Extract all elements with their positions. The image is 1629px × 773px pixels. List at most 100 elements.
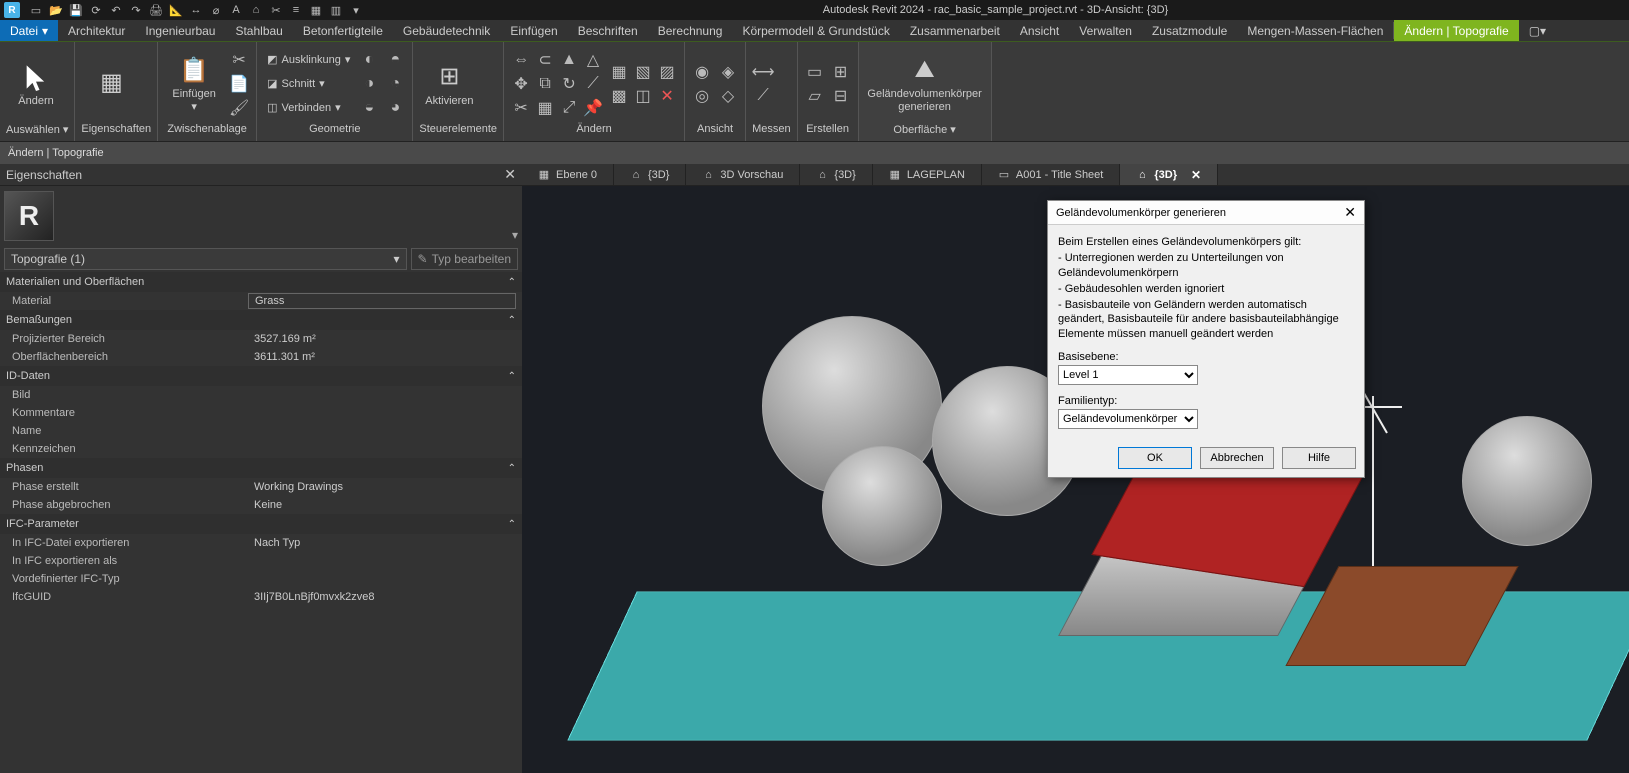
prop-cat-materials[interactable]: Materialien und Oberflächen⌃ [0, 272, 522, 292]
view-tab-3d-active[interactable]: ⌂{3D}✕ [1120, 164, 1218, 185]
qat-thin-icon[interactable]: ≡ [288, 2, 304, 18]
tab-architektur[interactable]: Architektur [58, 20, 135, 41]
qat-undo-icon[interactable]: ↶ [108, 2, 124, 18]
geom-tool-2-icon[interactable]: ◑ [358, 73, 380, 95]
prop-cat-id[interactable]: ID-Daten⌃ [0, 366, 522, 386]
cut-icon[interactable]: ✂ [228, 49, 250, 71]
prop-cat-dim[interactable]: Bemaßungen⌃ [0, 310, 522, 330]
tab-verwalten[interactable]: Verwalten [1069, 20, 1142, 41]
modify-button[interactable]: Ändern [6, 46, 66, 122]
qat-print-icon[interactable]: 🖨 [148, 2, 164, 18]
tab-mengen[interactable]: Mengen-Massen-Flächen [1237, 20, 1393, 41]
type-selector[interactable]: Topografie (1)▾ [4, 248, 407, 270]
prop-ifc-export-value[interactable]: Nach Typ [248, 537, 522, 549]
tab-ingenieurbau[interactable]: Ingenieurbau [135, 20, 225, 41]
qat-dropdown-icon[interactable]: ▾ [348, 2, 364, 18]
mirror-axis-icon[interactable]: ▲ [558, 49, 580, 71]
pin-icon[interactable]: 📌 [582, 97, 604, 119]
type-thumbnail[interactable]: R [4, 191, 54, 241]
qat-open-icon[interactable]: ▭ [28, 2, 44, 18]
view-tab-3d-1[interactable]: ⌂{3D} [614, 164, 686, 185]
view-tab-lageplan[interactable]: ▦LAGEPLAN [873, 164, 982, 185]
geom-tool-3-icon[interactable]: ◒ [358, 97, 380, 119]
tab-betonfertigteile[interactable]: Betonfertigteile [293, 20, 393, 41]
create-tool-4-icon[interactable]: ⊟ [830, 85, 852, 107]
tab-koerpermodell[interactable]: Körpermodell & Grundstück [732, 20, 899, 41]
dialog-close-icon[interactable]: ✕ [1344, 204, 1356, 221]
qat-tag-icon[interactable]: ⌀ [208, 2, 224, 18]
3d-viewport[interactable]: Geländevolumenkörper generieren ✕ Beim E… [522, 186, 1629, 773]
grid-tool-5-icon[interactable]: ◫ [632, 85, 654, 107]
tab-modify-topography[interactable]: Ändern | Topografie [1394, 20, 1518, 41]
rotate-icon[interactable]: ↻ [558, 73, 580, 95]
copy-tool-icon[interactable]: ⧉ [534, 73, 556, 95]
view-tab-3d-2[interactable]: ⌂{3D} [800, 164, 872, 185]
qat-measure-icon[interactable]: 📐 [168, 2, 184, 18]
qat-open-folder-icon[interactable]: 📂 [48, 2, 64, 18]
qat-dim-icon[interactable]: ↔ [188, 2, 204, 18]
view-tool-4-icon[interactable]: ◇ [717, 85, 739, 107]
type-dropdown-icon[interactable]: ▾ [512, 228, 518, 242]
edit-type-button[interactable]: ✎Typ bearbeiten [411, 248, 518, 270]
help-button[interactable]: Hilfe [1282, 447, 1356, 469]
qat-3d-icon[interactable]: ⌂ [248, 2, 264, 18]
view-tab-ebene0[interactable]: ▦Ebene 0 [522, 164, 614, 185]
qat-redo-icon[interactable]: ↷ [128, 2, 144, 18]
delete-icon[interactable]: ✕ [656, 85, 678, 107]
measure-tool-2-icon[interactable]: ⟋ [752, 85, 774, 107]
tab-einfuegen[interactable]: Einfügen [500, 20, 567, 41]
qat-switch-icon[interactable]: ▥ [328, 2, 344, 18]
prop-phase-created-value[interactable]: Working Drawings [248, 481, 522, 493]
prop-cat-ifc[interactable]: IFC-Parameter⌃ [0, 514, 522, 534]
geom-tool-5-icon[interactable]: ◔ [384, 73, 406, 95]
create-tool-3-icon[interactable]: ⊞ [830, 61, 852, 83]
tab-gebaeudetechnik[interactable]: Gebäudetechnik [393, 20, 500, 41]
tab-berechnung[interactable]: Berechnung [648, 20, 733, 41]
qat-section-icon[interactable]: ✂ [268, 2, 284, 18]
view-tool-3-icon[interactable]: ◈ [717, 61, 739, 83]
view-tab-titlesheet[interactable]: ▭A001 - Title Sheet [982, 164, 1120, 185]
tab-zusammenarbeit[interactable]: Zusammenarbeit [900, 20, 1010, 41]
qat-sync-icon[interactable]: ⟳ [88, 2, 104, 18]
family-type-select[interactable]: Geländevolumenkörper 1 [1058, 409, 1198, 429]
prop-material-value[interactable]: Grass [248, 293, 516, 309]
ok-button[interactable]: OK [1118, 447, 1192, 469]
measure-tool-1-icon[interactable]: ⟷ [752, 61, 774, 83]
tab-beschriften[interactable]: Beschriften [568, 20, 648, 41]
basis-level-select[interactable]: Level 1 [1058, 365, 1198, 385]
view-tool-1-icon[interactable]: ◉ [691, 61, 713, 83]
qat-close-icon[interactable]: ▦ [308, 2, 324, 18]
grid-tool-1-icon[interactable]: ▦ [608, 61, 630, 83]
qat-text-icon[interactable]: A [228, 2, 244, 18]
scale-icon[interactable]: ⤢ [558, 97, 580, 119]
geom-tool-1-icon[interactable]: ◐ [358, 49, 380, 71]
match-icon[interactable]: 🖌 [228, 97, 250, 119]
view-tool-2-icon[interactable]: ◎ [691, 85, 713, 107]
geom-tool-4-icon[interactable]: ◓ [384, 49, 406, 71]
create-tool-1-icon[interactable]: ▭ [804, 61, 826, 83]
paste-button[interactable]: 📋 Einfügen▾ [164, 46, 224, 122]
array-icon[interactable]: ▦ [534, 97, 556, 119]
create-tool-2-icon[interactable]: ▱ [804, 85, 826, 107]
move-icon[interactable]: ✥ [510, 73, 532, 95]
geom-tool-6-icon[interactable]: ◕ [384, 97, 406, 119]
join-button[interactable]: ◫Verbinden ▾ [263, 97, 354, 119]
activate-button[interactable]: ⊞ Aktivieren [419, 46, 479, 122]
dialog-title-bar[interactable]: Geländevolumenkörper generieren ✕ [1048, 201, 1364, 225]
cancel-button[interactable]: Abbrechen [1200, 447, 1274, 469]
tab-extra-dropdown[interactable]: ▢▾ [1519, 20, 1556, 41]
tab-stahlbau[interactable]: Stahlbau [225, 20, 292, 41]
view-tab-3d-preview[interactable]: ⌂3D Vorschau [686, 164, 800, 185]
tab-file[interactable]: Datei▾ [0, 20, 58, 41]
align-icon[interactable]: ⇔ [510, 49, 532, 71]
trim-icon[interactable]: ⟋ [582, 73, 604, 95]
tab-ansicht[interactable]: Ansicht [1010, 20, 1069, 41]
cut-geom-button[interactable]: ◪Schnitt ▾ [263, 73, 354, 95]
offset-icon[interactable]: ⊂ [534, 49, 556, 71]
tab-zusatzmodule[interactable]: Zusatzmodule [1142, 20, 1237, 41]
copy-icon[interactable]: 📄 [228, 73, 250, 95]
prop-cat-phase[interactable]: Phasen⌃ [0, 458, 522, 478]
prop-phase-demo-value[interactable]: Keine [248, 499, 522, 511]
split-icon[interactable]: ✂ [510, 97, 532, 119]
generate-toposolid-button[interactable]: ⛰ Geländevolumenkörper generieren [865, 46, 985, 122]
